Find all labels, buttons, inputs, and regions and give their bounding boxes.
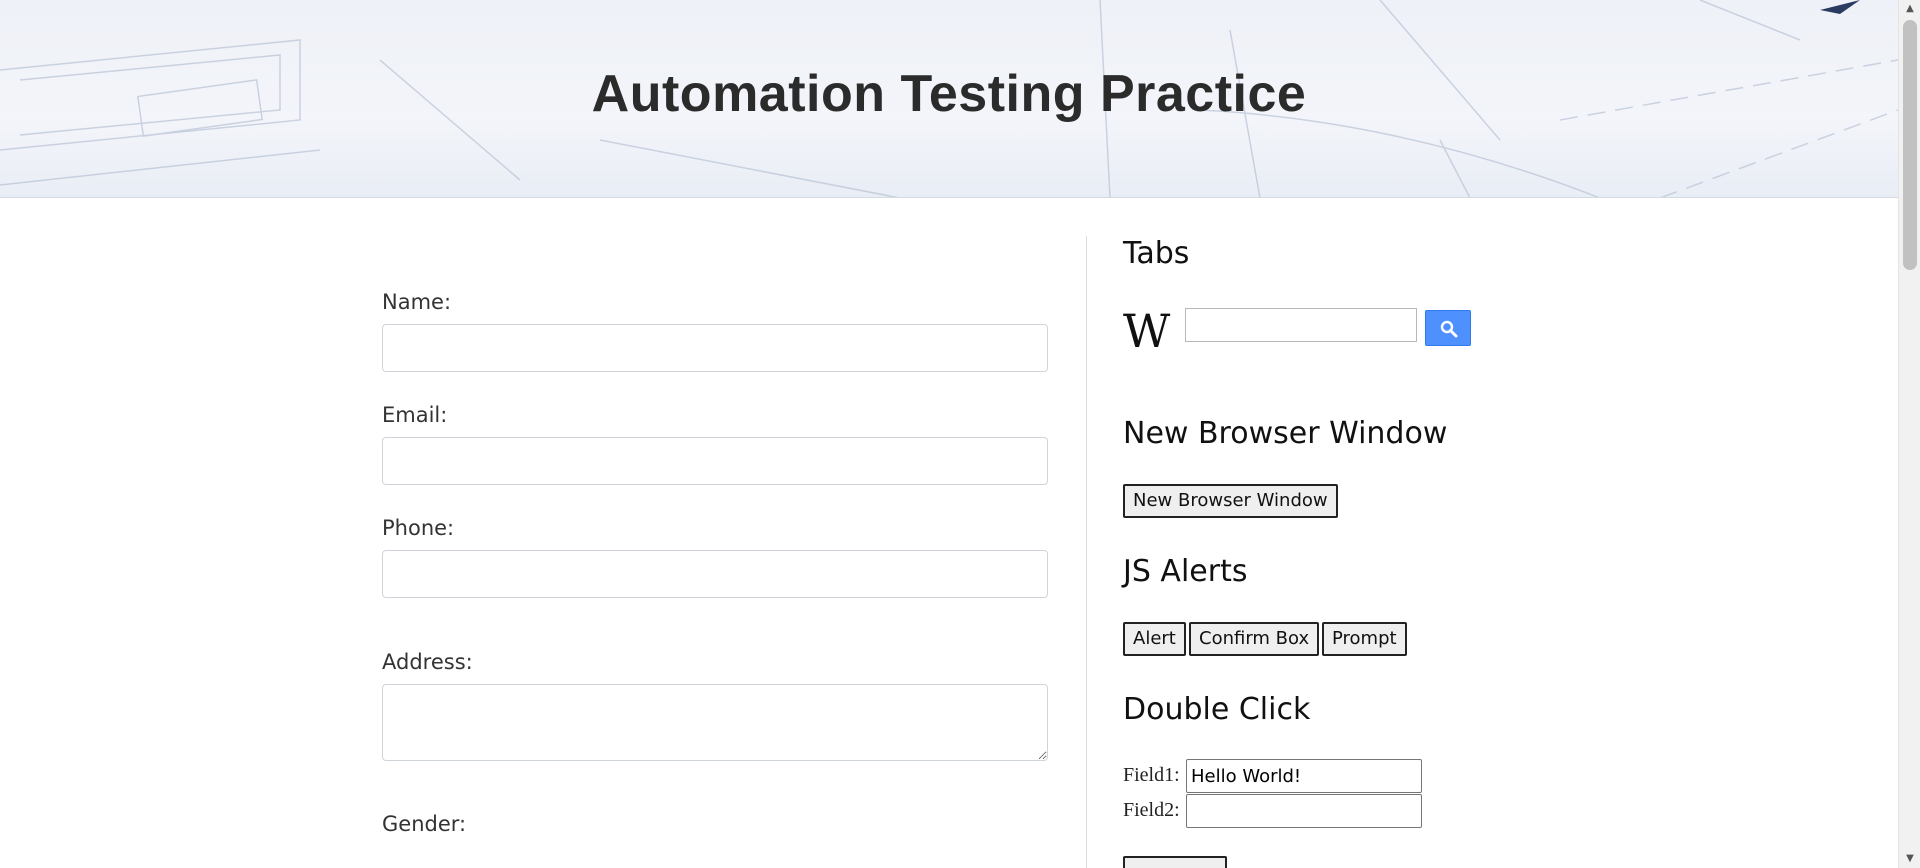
email-input[interactable] (382, 437, 1048, 485)
prompt-button[interactable]: Prompt (1322, 622, 1407, 656)
scroll-up-arrow-icon[interactable]: ▲ (1899, 0, 1920, 18)
new-browser-window-heading: New Browser Window (1123, 416, 1448, 451)
name-group: Name: (382, 290, 1048, 372)
name-input[interactable] (382, 324, 1048, 372)
copy-text-button-partial[interactable] (1123, 856, 1227, 868)
wikipedia-search-button[interactable] (1425, 310, 1471, 346)
email-group: Email: (382, 403, 1048, 485)
vertical-scrollbar[interactable]: ▲ ▼ (1898, 0, 1920, 868)
wikipedia-logo-icon: W (1123, 304, 1170, 358)
page-title: Automation Testing Practice (591, 65, 1307, 123)
column-divider (1086, 236, 1087, 868)
name-label: Name: (382, 290, 452, 314)
phone-label: Phone: (382, 516, 455, 540)
new-browser-window-button[interactable]: New Browser Window (1123, 484, 1338, 518)
field1-label: Field1: (1123, 764, 1180, 786)
phone-group: Phone: (382, 516, 1048, 598)
field2-input[interactable] (1186, 794, 1422, 828)
tabs-heading: Tabs (1123, 236, 1190, 271)
header-banner: Automation Testing Practice (0, 0, 1898, 198)
confirm-box-button[interactable]: Confirm Box (1189, 622, 1320, 656)
js-alerts-heading: JS Alerts (1123, 554, 1248, 589)
scrollbar-thumb[interactable] (1903, 20, 1917, 270)
gender-label: Gender: (382, 812, 467, 836)
wikipedia-search-input[interactable] (1185, 308, 1417, 342)
field1-input[interactable] (1186, 759, 1422, 793)
address-label: Address: (382, 650, 473, 674)
gender-group: Gender: (382, 812, 1048, 846)
phone-input[interactable] (382, 550, 1048, 598)
double-click-heading: Double Click (1123, 692, 1311, 727)
email-label: Email: (382, 403, 448, 427)
magnifier-icon (1440, 320, 1458, 338)
field2-label: Field2: (1123, 799, 1180, 821)
address-textarea[interactable] (382, 684, 1048, 761)
alert-button[interactable]: Alert (1123, 622, 1186, 656)
address-group: Address: (382, 650, 1048, 761)
scroll-down-arrow-icon[interactable]: ▼ (1899, 850, 1920, 868)
